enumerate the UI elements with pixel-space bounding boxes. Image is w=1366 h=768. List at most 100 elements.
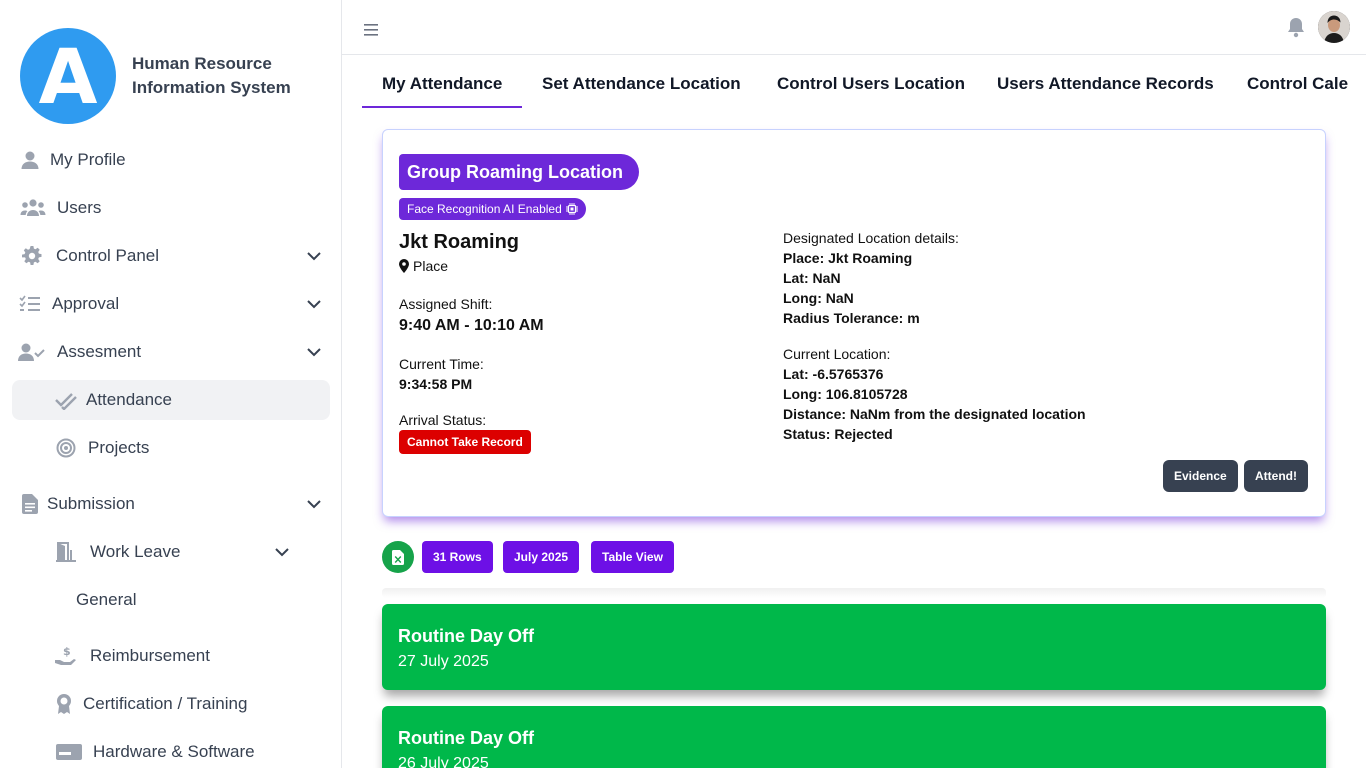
current-status: Status: Rejected [783,426,893,442]
shift-value: 9:40 AM - 10:10 AM [399,317,544,334]
arrival-status-badge: Cannot Take Record [399,430,531,454]
user-avatar[interactable] [1318,11,1350,43]
user-check-icon [18,340,46,364]
ai-badge: Face Recognition AI Enabled [399,198,586,220]
app-title: Human Resource Information System [132,54,291,97]
group-location-label: Group Roaming Location [399,154,639,190]
designated-long: Long: NaN [783,290,854,306]
current-distance: Distance: NaNm from the designated locat… [783,406,1086,422]
sidebar-item-approval[interactable]: Approval [12,284,330,324]
card-icon [56,740,82,764]
attendance-record-card[interactable]: Routine Day Off 26 July 2025 [382,706,1326,768]
current-heading: Current Location: [783,346,891,362]
user-icon [18,148,42,172]
app-logo: A [20,28,116,124]
gear-icon [20,244,44,268]
sidebar-item-label: My Profile [50,150,126,169]
view-chip[interactable]: Table View [591,541,674,573]
logo-letter: A [38,32,98,121]
current-long: Long: 106.8105728 [783,386,908,402]
users-icon [20,196,46,220]
hamburger-icon[interactable] [364,24,378,36]
sidebar: A Human Resource Information System My P… [0,0,342,768]
current-location-details: Current Location: Lat: -6.5765376 Long: … [783,344,1086,444]
brand[interactable]: A Human Resource Information System [20,28,302,124]
record-date: 26 July 2025 [398,755,489,768]
bell-icon[interactable] [1285,16,1307,38]
sidebar-item-label: Reimbursement [90,646,210,665]
sidebar-item-label: Submission [47,494,135,513]
designated-heading: Designated Location details: [783,230,959,246]
tab-set-attendance-location[interactable]: Set Attendance Location [542,74,741,94]
chevron-down-icon[interactable] [306,496,322,512]
door-icon [54,540,78,564]
sidebar-item-label: Approval [52,294,120,313]
sidebar-item-reimbursement[interactable]: $ Reimbursement [12,636,330,676]
tab-users-attendance-records[interactable]: Users Attendance Records [997,74,1214,94]
chevron-down-icon[interactable] [274,544,290,560]
sidebar-item-label: Attendance [86,390,173,409]
chevron-down-icon[interactable] [306,296,322,312]
time-label: Current Time: [399,356,484,372]
document-icon [18,492,42,516]
place-row: Place [399,258,448,274]
record-date: 27 July 2025 [398,653,489,670]
sidebar-item-label: Certification / Training [83,694,248,713]
designated-radius: Radius Tolerance: m [783,310,920,326]
designated-place: Place: Jkt Roaming [783,250,913,266]
chevron-down-icon[interactable] [306,248,322,264]
sidebar-item-projects[interactable]: Projects [12,428,330,468]
attendance-card: Group Roaming Location Face Recognition … [382,129,1326,517]
map-pin-icon [399,259,409,273]
sidebar-item-general[interactable]: General [12,580,330,620]
chip-icon [565,203,578,215]
evidence-button[interactable]: Evidence [1163,460,1238,492]
excel-icon [392,549,404,565]
time-value: 9:34:58 PM [399,376,473,392]
chevron-down-icon[interactable] [306,344,322,360]
sidebar-item-submission[interactable]: Submission [12,484,330,524]
export-excel-button[interactable] [382,541,414,573]
award-icon [52,692,76,716]
sidebar-item-attendance[interactable]: Attendance [12,380,330,420]
double-check-icon [54,388,78,412]
sidebar-item-assesment[interactable]: Assesment [12,332,330,372]
sidebar-item-label: Control Panel [56,246,160,265]
current-lat: Lat: -6.5765376 [783,366,884,382]
designated-lat: Lat: NaN [783,270,841,286]
sidebar-item-label: Users [57,198,102,217]
target-icon [54,436,78,460]
month-chip[interactable]: July 2025 [503,541,580,573]
list-divider [382,588,1326,598]
tab-control-calendar[interactable]: Control Cale [1247,74,1348,94]
sidebar-item-label: Assesment [57,342,142,361]
sidebar-item-users[interactable]: Users [12,188,330,228]
attendance-record-card[interactable]: Routine Day Off 27 July 2025 [382,604,1326,690]
sidebar-item-work-leave[interactable]: Work Leave [12,532,298,572]
sidebar-item-label: General [76,590,137,609]
sidebar-item-hardware-software[interactable]: Hardware & Software [12,732,330,768]
svg-text:$: $ [63,645,71,658]
designated-location-details: Designated Location details: Place: Jkt … [783,228,959,328]
sidebar-item-label: Projects [88,438,150,457]
rows-chip[interactable]: 31 Rows [422,541,493,573]
tabs-bar: My Attendance Set Attendance Location Co… [362,60,1366,110]
sidebar-item-label: Work Leave [90,542,181,561]
tab-control-users-location[interactable]: Control Users Location [777,74,965,94]
shift-label: Assigned Shift: [399,296,493,312]
record-title: Routine Day Off [398,626,535,646]
active-tab-indicator [362,106,522,108]
record-title: Routine Day Off [398,728,535,748]
sidebar-item-my-profile[interactable]: My Profile [12,140,330,180]
top-bar [342,0,1366,55]
location-name: Jkt Roaming [399,231,520,253]
ai-badge-text: Face Recognition AI Enabled [407,202,562,216]
checklist-icon [18,292,42,316]
attend-button[interactable]: Attend! [1244,460,1308,492]
sidebar-item-control-panel[interactable]: Control Panel [12,236,330,276]
sidebar-item-label: Hardware & Software [93,742,255,761]
sidebar-item-certification-training[interactable]: Certification / Training [12,684,330,724]
tab-my-attendance[interactable]: My Attendance [382,74,502,94]
place-label: Place [413,258,449,274]
hand-dollar-icon: $ [54,644,78,668]
